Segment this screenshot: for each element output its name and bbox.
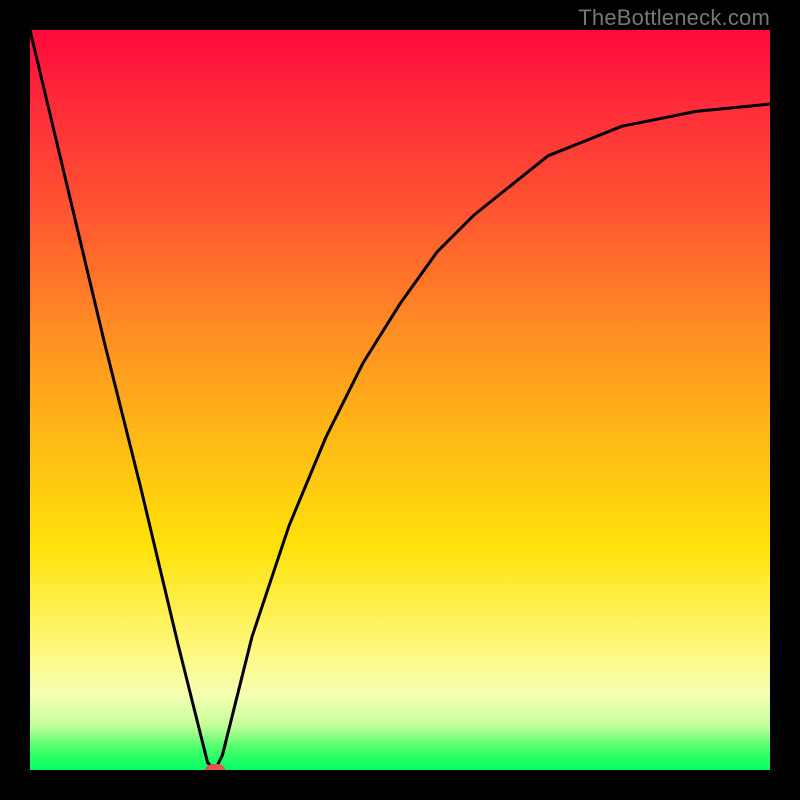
bottleneck-curve [30,30,770,770]
plot-area [30,30,770,770]
optimum-marker [205,764,225,770]
attribution-text: TheBottleneck.com [578,5,770,31]
chart-frame: TheBottleneck.com [0,0,800,800]
